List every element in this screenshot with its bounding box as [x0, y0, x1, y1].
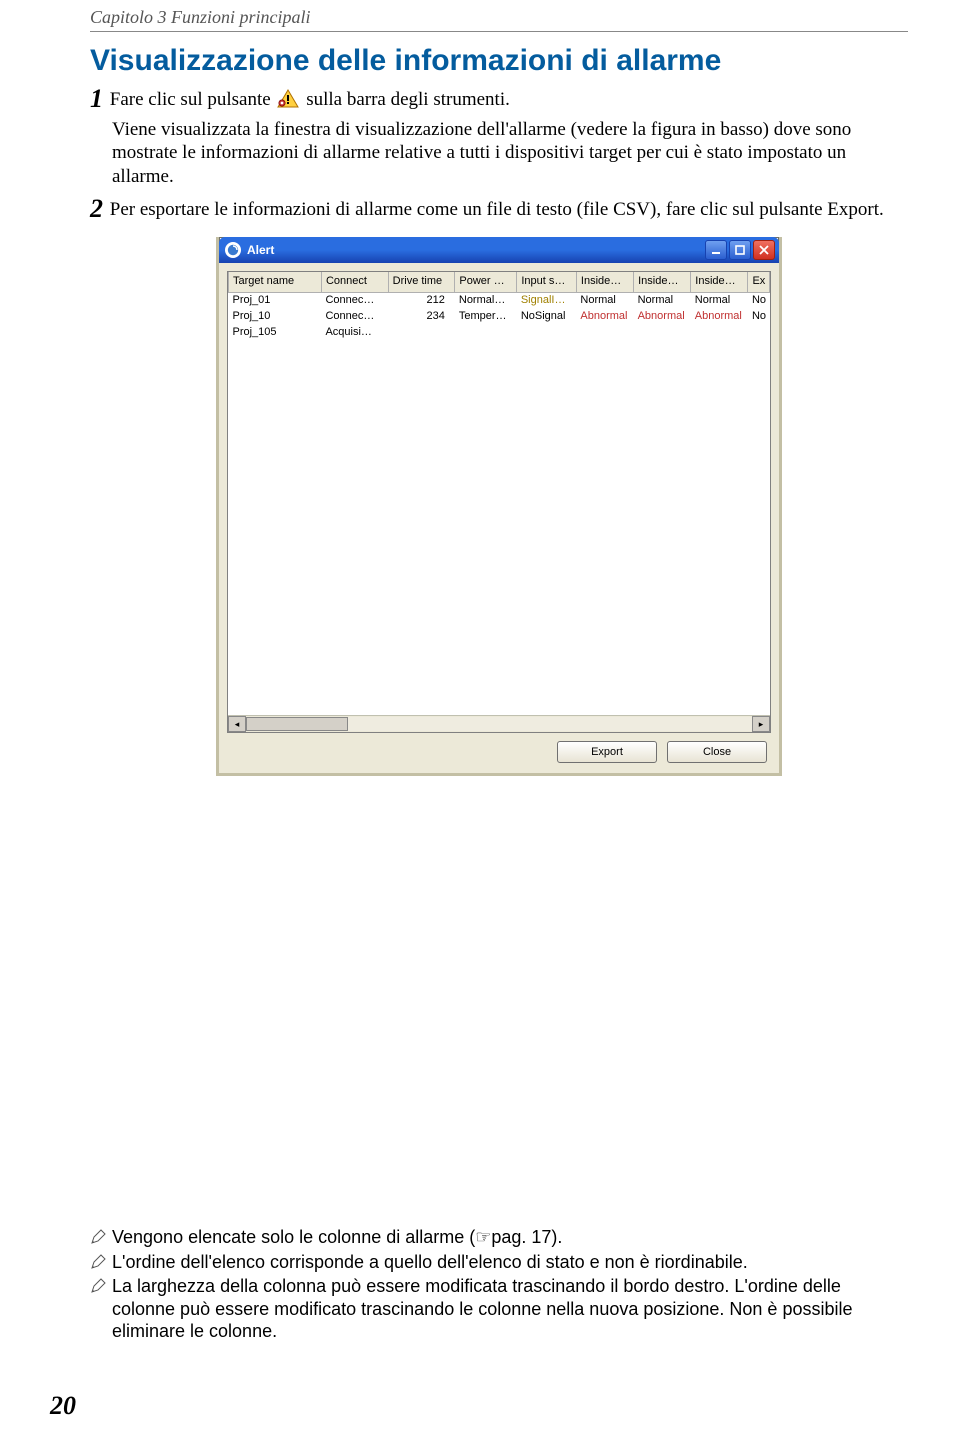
page-number: 20 [50, 1391, 76, 1421]
cell: Connec… [321, 293, 388, 310]
step-number: 2 [90, 194, 103, 223]
step-2-text: Per esportare le informazioni di allarme… [110, 199, 884, 220]
col-inside-1[interactable]: Inside… [576, 272, 633, 293]
col-connect[interactable]: Connect [321, 272, 388, 293]
close-button[interactable] [753, 240, 775, 260]
alert-toolbar-icon [277, 89, 299, 109]
cell: Acquisi… [321, 325, 388, 341]
pencil-icon [90, 1253, 106, 1269]
cell: Abnormal [634, 309, 691, 325]
col-power[interactable]: Power … [455, 272, 517, 293]
note-item: L'ordine dell'elenco corrisponde a quell… [90, 1251, 908, 1274]
section-title: Visualizzazione delle informazioni di al… [90, 42, 908, 80]
cell: Temper… [455, 309, 517, 325]
col-drive[interactable]: Drive time [388, 272, 455, 293]
cell: No [748, 309, 770, 325]
cell [388, 325, 455, 341]
note-text: La larghezza della colonna può essere mo… [112, 1276, 852, 1341]
cell: Normal [576, 293, 633, 310]
horizontal-scrollbar[interactable]: ◂ ▸ [228, 715, 770, 732]
col-ex[interactable]: Ex [748, 272, 770, 293]
cell: Normal [691, 293, 748, 310]
cell: Proj_105 [229, 325, 322, 341]
cell: 234 [388, 309, 455, 325]
app-icon [225, 242, 241, 258]
col-target[interactable]: Target name [229, 272, 322, 293]
step-1-text-b: sulla barra degli strumenti. [306, 89, 510, 110]
scroll-track[interactable] [246, 717, 752, 731]
table-row[interactable]: Proj_105 Acquisi… [229, 325, 770, 341]
alert-table-container: Target name Connect Drive time Power … I… [227, 271, 771, 733]
export-button[interactable]: Export [557, 741, 657, 763]
col-inside-3[interactable]: Inside… [691, 272, 748, 293]
alert-window: Alert Target name Connect Drive tim [216, 237, 782, 776]
scroll-left-icon[interactable]: ◂ [228, 716, 246, 732]
step-2: 2 Per esportare le informazioni di allar… [90, 193, 908, 226]
titlebar[interactable]: Alert [219, 237, 779, 263]
scroll-thumb[interactable] [246, 717, 348, 731]
scroll-right-icon[interactable]: ▸ [752, 716, 770, 732]
minimize-button[interactable] [705, 240, 727, 260]
step-1-text-a: Fare clic sul pulsante [110, 89, 271, 110]
maximize-button[interactable] [729, 240, 751, 260]
col-input[interactable]: Input s… [517, 272, 577, 293]
cell: 212 [388, 293, 455, 310]
cell: Proj_01 [229, 293, 322, 310]
note-text: Vengono elencate solo le colonne di alla… [112, 1227, 562, 1247]
cell: No [748, 293, 770, 310]
cell: NoSignal [517, 309, 577, 325]
cell [455, 325, 517, 341]
pencil-icon [90, 1228, 106, 1244]
cell [691, 325, 748, 341]
col-inside-2[interactable]: Inside… [634, 272, 691, 293]
cell [748, 325, 770, 341]
chapter-heading: Capitolo 3 Funzioni principali [90, 6, 908, 32]
note-text: L'ordine dell'elenco corrisponde a quell… [112, 1252, 748, 1272]
cell [634, 325, 691, 341]
cell: Connec… [321, 309, 388, 325]
alert-table[interactable]: Target name Connect Drive time Power … I… [228, 272, 770, 341]
pencil-icon [90, 1277, 106, 1293]
table-row[interactable]: Proj_10 Connec… 234 Temper… NoSignal Abn… [229, 309, 770, 325]
cell: Normal… [455, 293, 517, 310]
cell [576, 325, 633, 341]
window-title: Alert [247, 243, 703, 258]
cell [517, 325, 577, 341]
cell: Abnormal [691, 309, 748, 325]
cell: Normal [634, 293, 691, 310]
note-item: La larghezza della colonna può essere mo… [90, 1275, 908, 1343]
notes: Vengono elencate solo le colonne di alla… [90, 1226, 908, 1343]
close-dialog-button[interactable]: Close [667, 741, 767, 763]
paragraph-1: Viene visualizzata la finestra di visual… [90, 118, 908, 189]
cell: Abnormal [576, 309, 633, 325]
button-row: Export Close [227, 733, 771, 765]
table-row[interactable]: Proj_01 Connec… 212 Normal… SignalI… Nor… [229, 293, 770, 310]
cell: Proj_10 [229, 309, 322, 325]
step-1: 1 Fare clic sul pulsante sulla barra deg… [90, 83, 908, 116]
alert-body: Target name Connect Drive time Power … I… [219, 263, 779, 773]
cell: SignalI… [517, 293, 577, 310]
step-number: 1 [90, 84, 103, 113]
note-item: Vengono elencate solo le colonne di alla… [90, 1226, 908, 1249]
